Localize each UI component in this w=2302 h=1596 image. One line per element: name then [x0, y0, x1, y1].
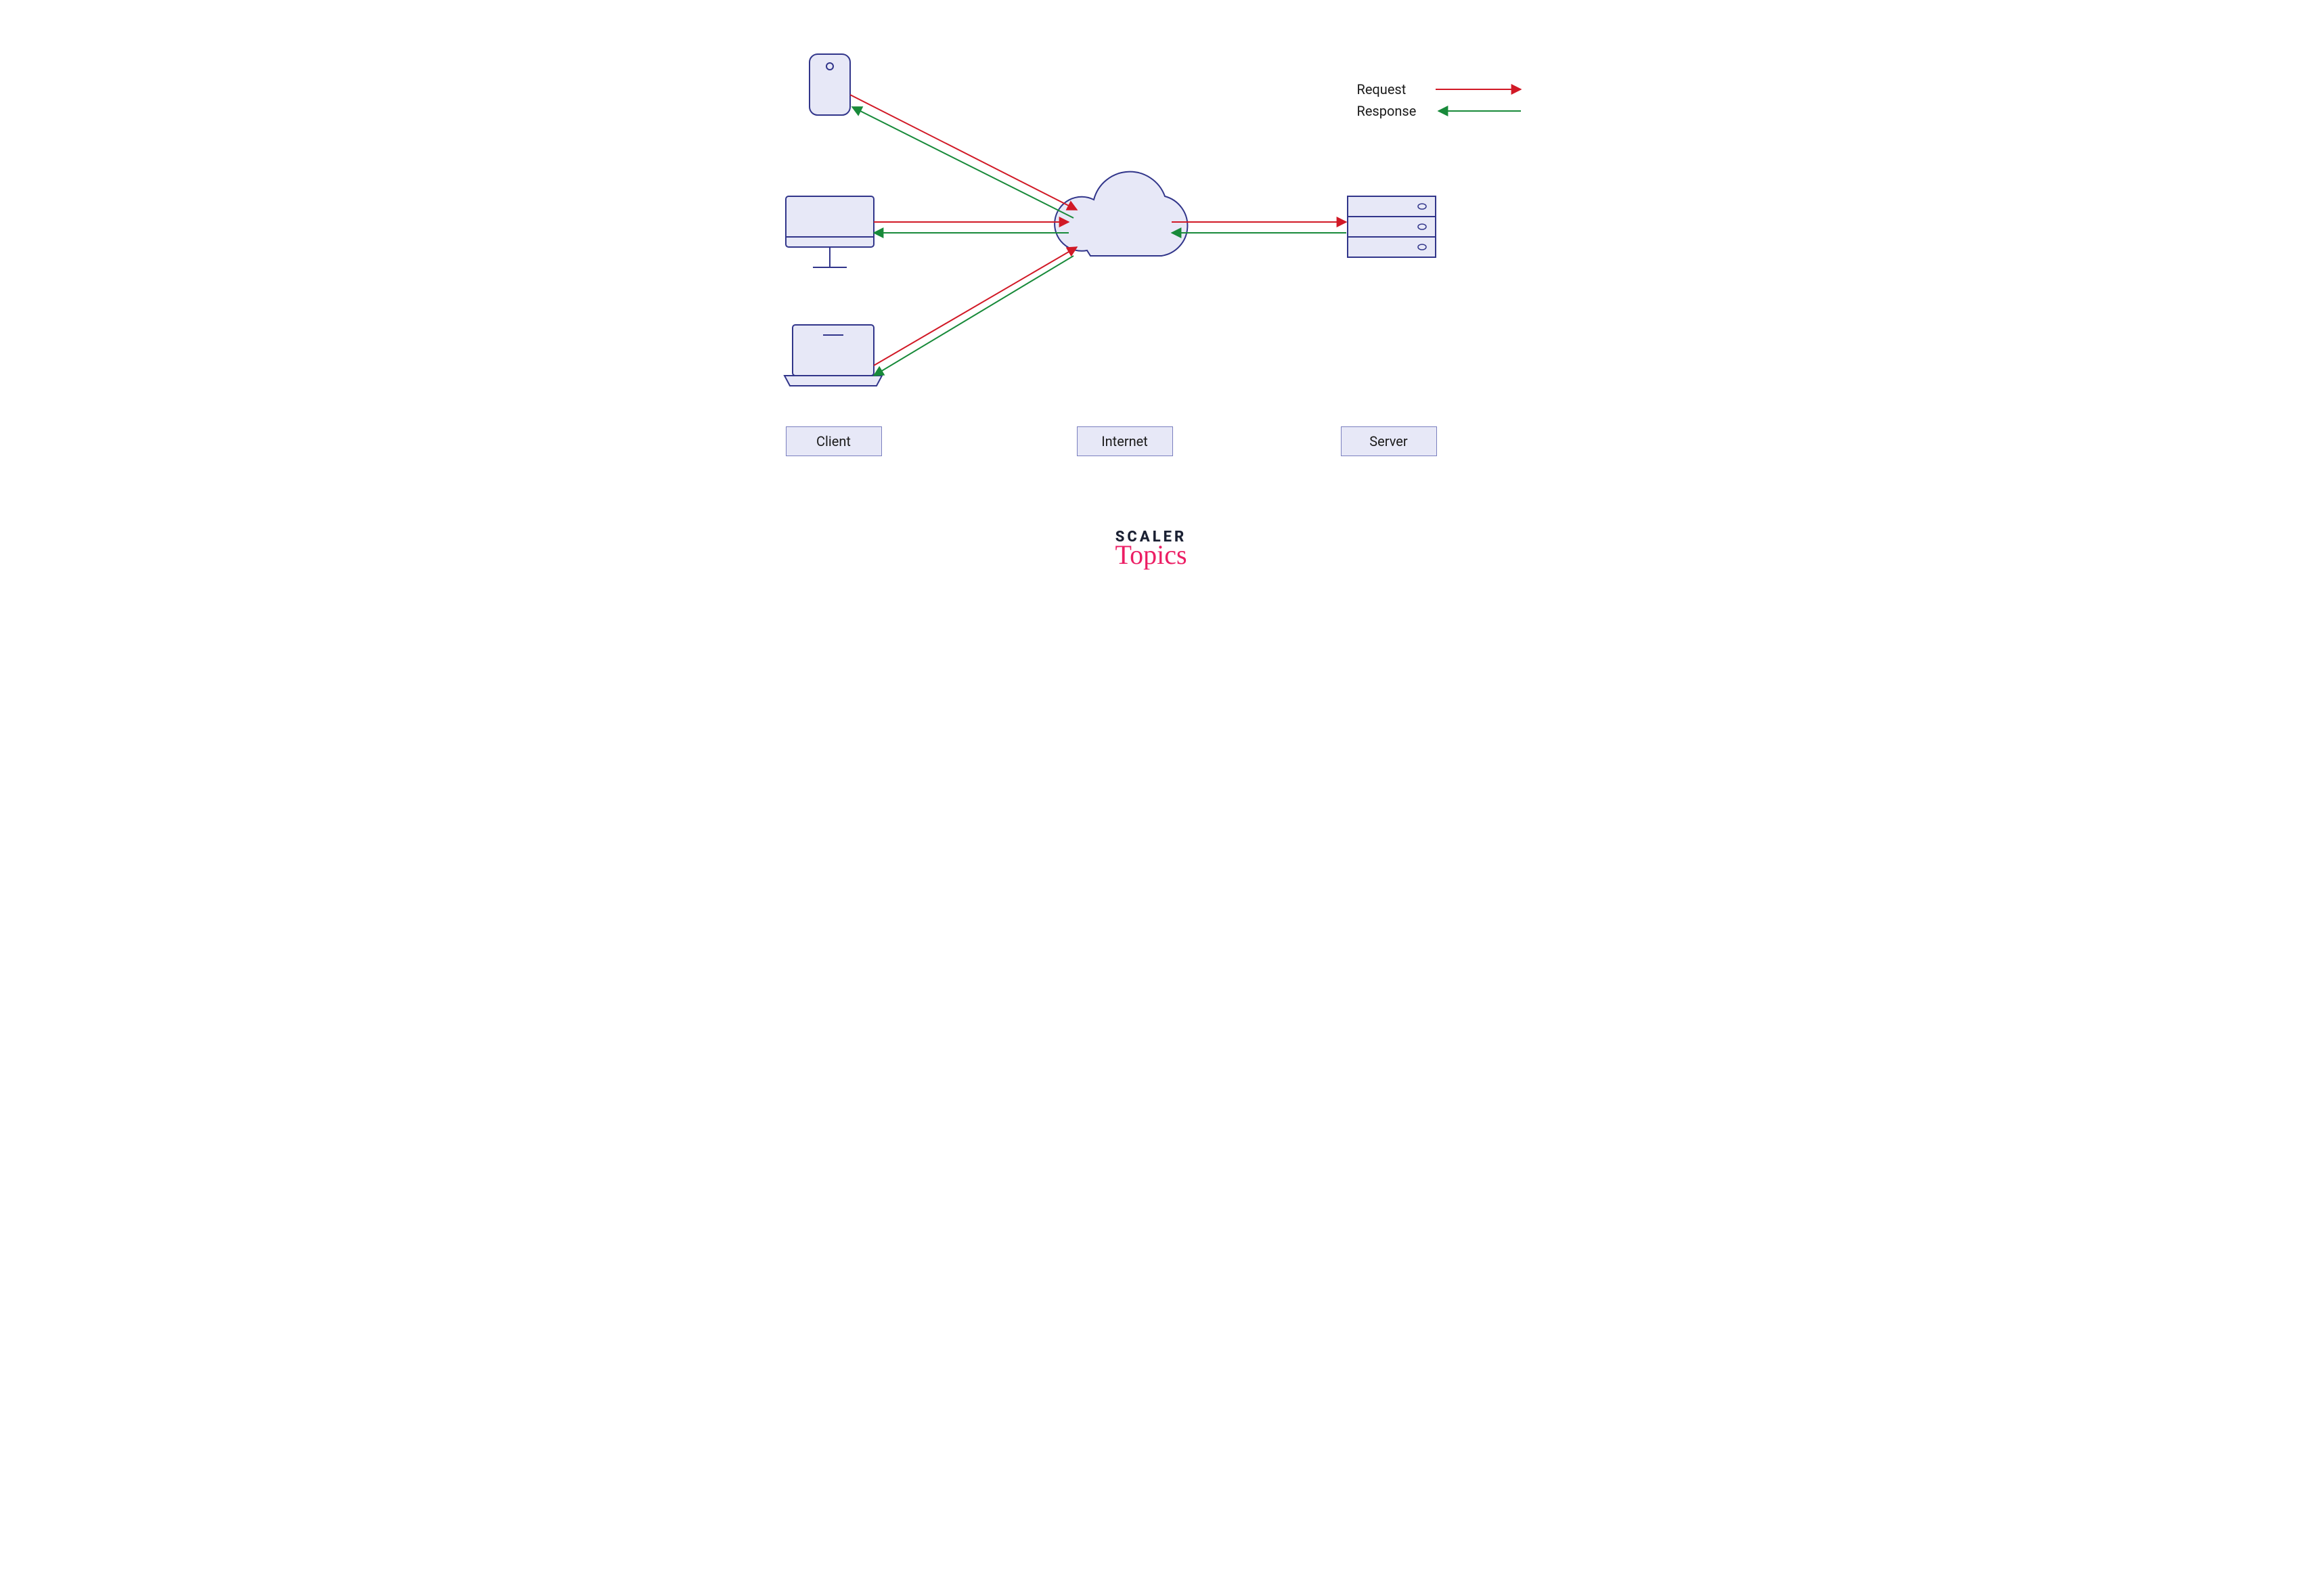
phone-icon	[810, 54, 850, 115]
legend: Request Response	[1357, 81, 1524, 125]
legend-response-arrow-icon	[1436, 106, 1524, 116]
client-label: Client	[816, 433, 851, 449]
legend-request-arrow-icon	[1436, 84, 1524, 95]
arrow-request	[850, 95, 1077, 210]
legend-request-label: Request	[1357, 81, 1425, 97]
server-label: Server	[1369, 433, 1407, 449]
client-label-box: Client	[786, 426, 882, 456]
desktop-icon	[786, 196, 874, 267]
legend-response-label: Response	[1357, 103, 1425, 119]
diagram-canvas: Request Response Client Internet Server …	[711, 0, 1591, 609]
server-icon	[1348, 196, 1436, 257]
laptop-icon	[784, 325, 882, 386]
internet-label-box: Internet	[1077, 426, 1173, 456]
arrow-response	[852, 107, 1073, 218]
server-label-box: Server	[1341, 426, 1437, 456]
legend-request: Request	[1357, 81, 1524, 97]
legend-response: Response	[1357, 103, 1524, 119]
cloud-icon	[1055, 172, 1187, 256]
scaler-topics-logo: SCALER Topics	[1115, 529, 1187, 569]
internet-label: Internet	[1101, 433, 1148, 449]
arrow-request	[874, 247, 1077, 365]
logo-line2: Topics	[1115, 541, 1187, 569]
arrow-response	[874, 256, 1073, 376]
